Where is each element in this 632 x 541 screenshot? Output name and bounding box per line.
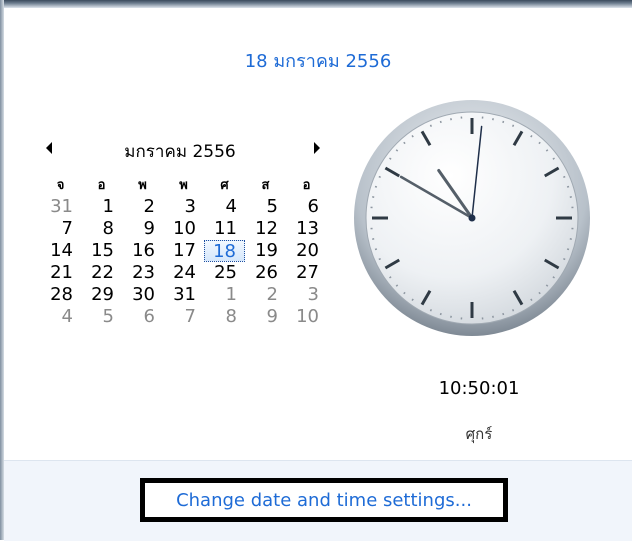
clock-minute-tick [539, 292, 540, 293]
calendar-day[interactable]: 2 [122, 196, 163, 218]
calendar-day[interactable]: 1 [81, 196, 122, 218]
clock-minute-tick [375, 186, 377, 187]
calendar-day[interactable]: 10 [286, 306, 327, 328]
clock-minute-tick [553, 158, 555, 159]
calendar-day[interactable]: 8 [204, 306, 245, 328]
calendar-day[interactable]: 13 [286, 218, 327, 240]
digital-time: 10:50:01 [384, 378, 574, 399]
calendar-day[interactable]: 17 [163, 240, 204, 262]
calendar-day[interactable]: 25 [204, 262, 245, 284]
clock-minute-tick [389, 277, 391, 278]
calendar-day[interactable]: 12 [245, 218, 286, 240]
clock-minute-tick [503, 121, 504, 123]
clock-center-pivot [469, 215, 476, 222]
calendar-day[interactable]: 21 [40, 262, 81, 284]
calendar-day[interactable]: 24 [163, 262, 204, 284]
clock-minute-tick [396, 285, 397, 286]
clock-minute-tick [531, 135, 532, 137]
calendar-header: มกราคม 2556 [40, 138, 330, 166]
calendar-day[interactable]: 11 [204, 218, 245, 240]
weekday-header: จ [40, 176, 81, 196]
calendar-day[interactable]: 7 [40, 218, 81, 240]
triangle-right-icon[interactable] [314, 142, 320, 154]
clock-minute-tick [567, 249, 569, 250]
clock-face-icon [352, 98, 592, 338]
clock-minute-tick [379, 177, 381, 178]
calendar-day[interactable]: 9 [245, 306, 286, 328]
change-date-time-settings-link[interactable]: Change date and time settings... [176, 490, 472, 511]
weekday-label: ศุกร์ [384, 422, 574, 446]
calendar-day[interactable]: 29 [81, 284, 122, 306]
clock-minute-tick [412, 135, 413, 137]
calendar-day[interactable]: 30 [122, 284, 163, 306]
clock-minute-tick [513, 125, 514, 127]
clock-minute-tick [431, 125, 432, 127]
clock-minute-tick [389, 158, 391, 159]
weekday-header: ศ [204, 176, 245, 196]
calendar-day[interactable]: 3 [286, 284, 327, 306]
calendar-day-today[interactable]: 18 [204, 240, 245, 262]
clock-minute-tick [412, 299, 413, 301]
clock-minute-tick [440, 313, 441, 315]
clock-minute-tick [546, 150, 547, 151]
calendar-day[interactable]: 22 [81, 262, 122, 284]
calendar-day[interactable]: 28 [40, 284, 81, 306]
clock-minute-tick [404, 142, 405, 143]
calendar-day[interactable]: 9 [122, 218, 163, 240]
weekday-header: อ [81, 176, 122, 196]
clock-minute-tick [513, 309, 514, 311]
calendar-day[interactable]: 7 [163, 306, 204, 328]
calendar-day[interactable]: 19 [245, 240, 286, 262]
calendar-month-label[interactable]: มกราคม 2556 [80, 138, 280, 165]
window-top-border [0, 0, 632, 8]
current-date-link[interactable]: 18 มกราคม 2556 [4, 46, 632, 75]
calendar-day[interactable]: 20 [286, 240, 327, 262]
calendar-day[interactable]: 8 [81, 218, 122, 240]
weekday-header: พ [163, 176, 204, 196]
analog-clock [352, 98, 592, 338]
calendar-day[interactable]: 1 [204, 284, 245, 306]
calendar-day[interactable]: 5 [81, 306, 122, 328]
calendar-day[interactable]: 27 [286, 262, 327, 284]
calendar-day[interactable]: 4 [204, 196, 245, 218]
calendar-day[interactable]: 3 [163, 196, 204, 218]
clock-minute-tick [431, 309, 432, 311]
weekday-header: พ [122, 176, 163, 196]
calendar-grid: จอพพศสอ311234567891011121314151617181920… [40, 176, 327, 328]
calendar-day[interactable]: 5 [245, 196, 286, 218]
calendar-day[interactable]: 6 [122, 306, 163, 328]
clock-minute-tick [503, 313, 504, 315]
calendar-day[interactable]: 2 [245, 284, 286, 306]
clock-minute-tick [546, 285, 547, 286]
weekday-header: ส [245, 176, 286, 196]
clock-minute-tick [553, 277, 555, 278]
clock-minute-tick [539, 142, 540, 143]
calendar-day[interactable]: 23 [122, 262, 163, 284]
clock-minute-tick [563, 259, 565, 260]
clock-minute-tick [379, 259, 381, 260]
clock-minute-tick [531, 299, 532, 301]
clock-minute-tick [375, 249, 377, 250]
weekday-header: อ [286, 176, 327, 196]
calendar-day[interactable]: 16 [122, 240, 163, 262]
calendar-day[interactable]: 6 [286, 196, 327, 218]
calendar-day[interactable]: 10 [163, 218, 204, 240]
clock-minute-tick [396, 150, 397, 151]
calendar-day[interactable]: 15 [81, 240, 122, 262]
calendar-day[interactable]: 4 [40, 306, 81, 328]
clock-minute-tick [563, 177, 565, 178]
clock-minute-tick [404, 292, 405, 293]
date-time-flyout: 18 มกราคม 2556 มกราคม 2556 จอพพศสอ311234… [4, 8, 632, 460]
calendar-day[interactable]: 26 [245, 262, 286, 284]
settings-link-highlight: Change date and time settings... [140, 478, 508, 522]
calendar-day[interactable]: 31 [40, 196, 81, 218]
triangle-left-icon[interactable] [46, 142, 52, 154]
calendar-day[interactable]: 14 [40, 240, 81, 262]
clock-minute-tick [567, 186, 569, 187]
clock-minute-tick [440, 121, 441, 123]
calendar-day[interactable]: 31 [163, 284, 204, 306]
